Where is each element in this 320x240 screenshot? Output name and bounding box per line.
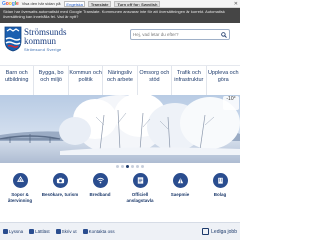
listen-link[interactable]: Lyssna bbox=[3, 229, 23, 234]
contact-link[interactable]: Kontakta oss bbox=[82, 229, 115, 234]
book-icon bbox=[29, 229, 35, 234]
slide-dot[interactable] bbox=[131, 164, 134, 168]
slide-dot[interactable] bbox=[116, 164, 119, 168]
google-logo: Google bbox=[2, 0, 19, 7]
jobs-link[interactable]: Lediga jobb bbox=[202, 228, 237, 235]
slide-dot[interactable] bbox=[121, 164, 124, 168]
board-icon bbox=[132, 173, 148, 188]
recycle-icon bbox=[12, 173, 28, 188]
search-icon[interactable] bbox=[221, 32, 227, 38]
briefcase-icon bbox=[202, 228, 210, 235]
nav-item-uppleva-gora[interactable]: Uppleva och göra bbox=[207, 66, 240, 95]
quick-link-anslagstavla[interactable]: Officiell anslagstavla bbox=[120, 170, 160, 222]
quick-link-label: Besökare, turism bbox=[41, 192, 79, 197]
nav-item-kommun-politik[interactable]: Kommun och politik bbox=[69, 66, 104, 95]
speaker-icon bbox=[3, 229, 8, 234]
translate-button[interactable]: Translate bbox=[87, 0, 112, 7]
site-header: Strömsunds kommun Strömsund Sverige Hej,… bbox=[0, 23, 240, 65]
notice-text: Sidan har översatts automatiskt med Goog… bbox=[3, 9, 225, 19]
slide-dot[interactable] bbox=[136, 164, 139, 168]
quick-link-label: Bredband bbox=[89, 192, 111, 197]
slideshow-indicators bbox=[110, 163, 150, 169]
nav-item-omsorg-stod[interactable]: Omsorg och stöd bbox=[138, 66, 173, 95]
nav-item-barn-utbildning[interactable]: Barn och utbildning bbox=[0, 66, 35, 95]
quick-link-bolag[interactable]: Bolag bbox=[200, 170, 240, 222]
main-navigation: Barn och utbildning Bygga, bo och miljö … bbox=[0, 65, 240, 95]
search-placeholder: Hej, vad letar du efter? bbox=[133, 32, 179, 37]
mail-icon bbox=[82, 229, 88, 234]
brand-tagline: Strömsund Sverige bbox=[24, 47, 62, 52]
contact-label: Kontakta oss bbox=[88, 229, 115, 234]
saepmie-icon bbox=[172, 173, 188, 188]
search-input[interactable]: Hej, vad letar du efter? bbox=[130, 29, 230, 40]
nav-item-trafik-infrastruktur[interactable]: Trafik och infrastruktur bbox=[172, 66, 207, 95]
quick-link-besokare[interactable]: Besökare, turism bbox=[40, 170, 80, 222]
quick-links: Sopor & återvinning Besökare, turism Bre… bbox=[0, 170, 240, 222]
print-label: Skriv ut bbox=[61, 229, 77, 234]
jobs-label: Lediga jobb bbox=[211, 228, 237, 235]
brand-name[interactable]: Strömsunds kommun Strömsund Sverige bbox=[24, 28, 67, 53]
quick-link-saepmie[interactable]: Saepmie bbox=[160, 170, 200, 222]
coat-of-arms-icon[interactable] bbox=[4, 26, 22, 52]
wifi-icon bbox=[92, 173, 108, 188]
easy-read-link[interactable]: Lättläst bbox=[29, 229, 50, 234]
google-translate-bar: Google Visa den här sidan på: Engelska T… bbox=[0, 0, 240, 8]
close-icon[interactable]: ✕ bbox=[234, 1, 238, 7]
quick-link-sopor[interactable]: Sopor & återvinning bbox=[0, 170, 40, 222]
quick-link-label: Saepmie bbox=[170, 192, 190, 197]
footer-toolbar: Lyssna Lättläst Skriv ut Kontakta oss Le… bbox=[0, 222, 240, 240]
nav-item-naringsliv-arbete[interactable]: Näringsliv och arbete bbox=[103, 66, 138, 95]
easy-read-label: Lättläst bbox=[35, 229, 50, 234]
turn-off-button[interactable]: Turn off for: Swedish bbox=[114, 0, 161, 7]
quick-link-label: Officiell anslagstavla bbox=[126, 192, 154, 203]
brand-line-2: kommun bbox=[24, 36, 57, 46]
quick-link-label: Sopor & återvinning bbox=[7, 192, 33, 203]
printer-icon bbox=[55, 229, 61, 234]
hero-image bbox=[0, 95, 240, 163]
nav-item-bygga-bo-miljo[interactable]: Bygga, bo och miljö bbox=[34, 66, 69, 95]
translate-view-label: Visa den här sidan på: bbox=[21, 1, 62, 6]
quick-link-label: Bolag bbox=[213, 192, 227, 197]
language-select[interactable]: Engelska bbox=[64, 0, 85, 7]
quick-link-bredband[interactable]: Bredband bbox=[80, 170, 120, 222]
slide-dot-active[interactable] bbox=[126, 164, 129, 168]
camera-icon bbox=[52, 173, 68, 188]
temperature-widget: -10° bbox=[223, 96, 239, 110]
print-link[interactable]: Skriv ut bbox=[55, 229, 77, 234]
building-icon bbox=[212, 173, 228, 188]
slide-dot[interactable] bbox=[141, 164, 144, 168]
translation-notice: Sidan har översatts automatiskt med Goog… bbox=[0, 8, 240, 23]
temperature-value: -10° bbox=[226, 96, 236, 102]
listen-label: Lyssna bbox=[9, 229, 24, 234]
